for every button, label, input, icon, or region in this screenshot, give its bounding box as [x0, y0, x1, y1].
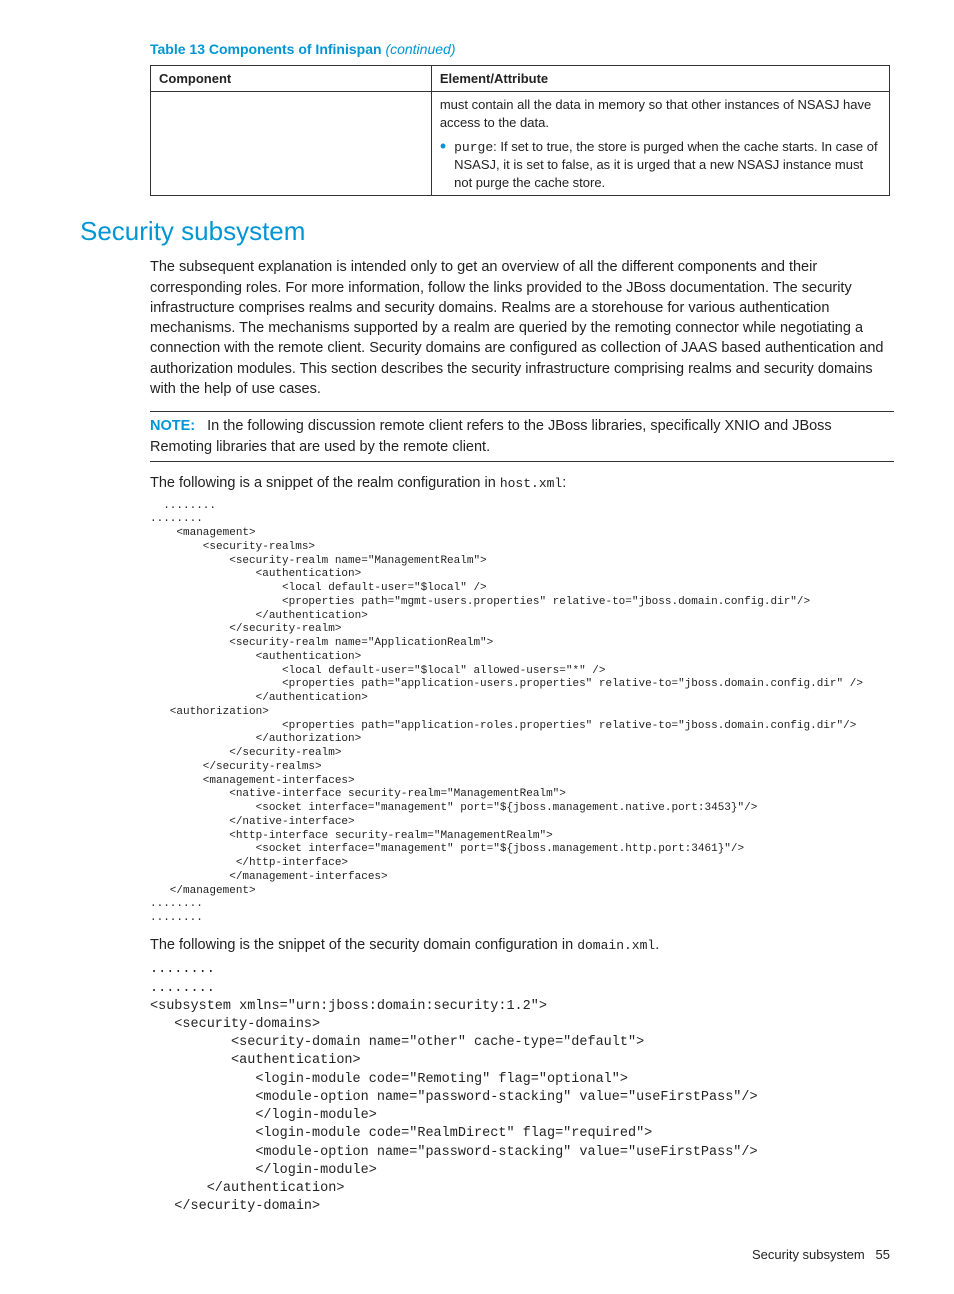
table-bullet-text: purge: If set to true, the store is purg… [454, 138, 881, 192]
table-caption-strong: Table 13 Components of Infinispan [150, 41, 382, 57]
code-block-1: ........ ........ <management> <security… [150, 500, 894, 926]
intro2-mono: domain.xml [577, 938, 655, 953]
components-table: Component Element/Attribute must contain… [150, 65, 890, 196]
footer-page-number: 55 [876, 1247, 890, 1262]
table-cell-element: must contain all the data in memory so t… [431, 92, 889, 196]
body-paragraph: The subsequent explanation is intended o… [150, 257, 894, 399]
code-intro-1: The following is a snippet of the realm … [150, 474, 894, 494]
table-row: must contain all the data in memory so t… [151, 92, 890, 196]
intro2-post: . [655, 937, 659, 953]
table-bullet-item: • purge: If set to true, the store is pu… [440, 138, 881, 192]
table-cell-component [151, 92, 432, 196]
note-label: NOTE: [150, 418, 195, 434]
bullet-rest: : If set to true, the store is purged wh… [454, 139, 877, 190]
table-cell-para: must contain all the data in memory so t… [440, 96, 881, 131]
bullet-icon: • [440, 140, 446, 153]
note-block: NOTE:In the following discussion remote … [150, 411, 894, 462]
section-heading: Security subsystem [80, 214, 894, 249]
note-text: In the following discussion remote clien… [150, 418, 832, 454]
page-footer: Security subsystem 55 [60, 1246, 894, 1264]
intro1-pre: The following is a snippet of the realm … [150, 475, 500, 491]
intro1-mono: host.xml [500, 476, 562, 491]
intro2-pre: The following is the snippet of the secu… [150, 937, 577, 953]
table-caption: Table 13 Components of Infinispan (conti… [150, 40, 894, 59]
table-header-row: Component Element/Attribute [151, 65, 890, 92]
footer-text: Security subsystem [752, 1247, 865, 1262]
table-header-element: Element/Attribute [431, 65, 889, 92]
code-intro-2: The following is the snippet of the secu… [150, 936, 894, 956]
bullet-code: purge [454, 140, 493, 155]
intro1-post: : [562, 475, 566, 491]
code-block-2: ........ ........ <subsystem xmlns="urn:… [150, 961, 894, 1216]
table-header-component: Component [151, 65, 432, 92]
table-caption-continued: (continued) [385, 41, 455, 57]
